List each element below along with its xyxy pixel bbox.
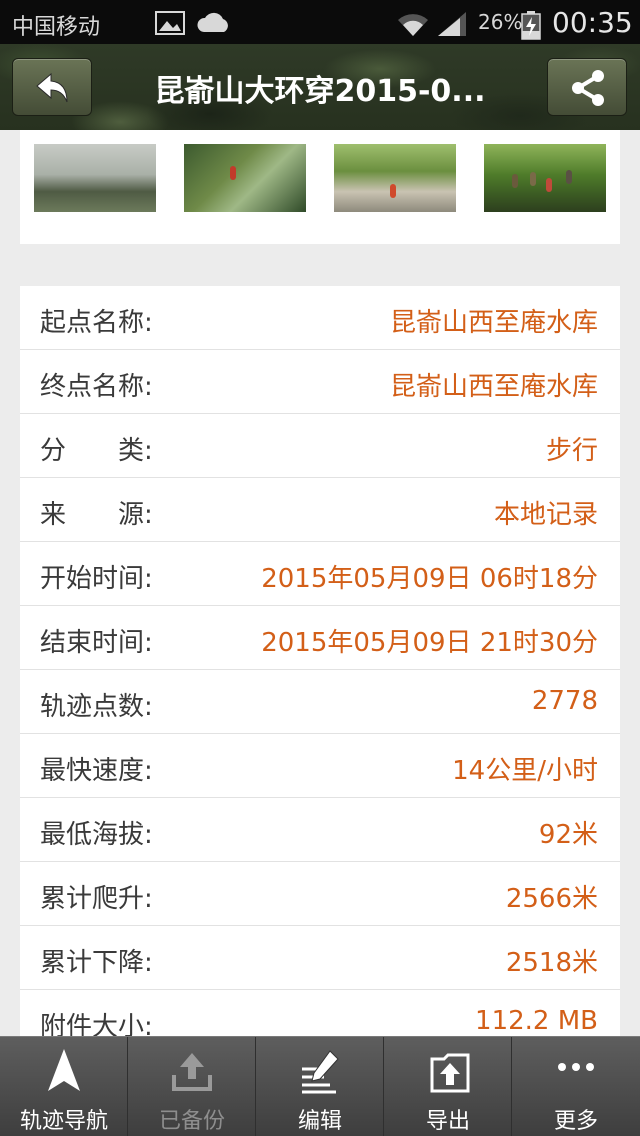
- detail-row-min-altitude: 最低海拔: 92米: [20, 798, 620, 862]
- photo-thumbnail[interactable]: [334, 144, 456, 212]
- export-icon: [430, 1053, 470, 1093]
- detail-label: 最快速度:: [40, 756, 153, 786]
- detail-label: 终点名称:: [40, 372, 153, 402]
- status-bar: 中国移动 26% 00:35: [0, 0, 640, 44]
- detail-row-max-speed: 最快速度: 14公里/小时: [20, 734, 620, 798]
- detail-value: 112.2 MB: [475, 1006, 598, 1036]
- image-notification-icon: [155, 11, 185, 35]
- detail-label: 最低海拔:: [40, 820, 153, 850]
- navigation-arrow-icon: [48, 1049, 80, 1091]
- detail-row-end: 终点名称: 昆嵛山西至庵水库: [20, 350, 620, 414]
- track-details: 起点名称: 昆嵛山西至庵水库 终点名称: 昆嵛山西至庵水库 分 类: 步行 来 …: [20, 286, 620, 1054]
- detail-label: 起点名称:: [40, 308, 153, 338]
- backed-up-button[interactable]: 已备份: [128, 1037, 256, 1136]
- detail-row-category: 分 类: 步行: [20, 414, 620, 478]
- detail-value: 2015年05月09日 21时30分: [261, 628, 598, 658]
- carrier-name: 中国移动: [12, 15, 101, 40]
- detail-label: 开始时间:: [40, 564, 153, 594]
- back-button[interactable]: [12, 58, 92, 116]
- detail-label: 结束时间:: [40, 628, 153, 658]
- signal-icon: [438, 12, 466, 36]
- detail-value: 步行: [545, 436, 598, 466]
- detail-row-start: 起点名称: 昆嵛山西至庵水库: [20, 286, 620, 350]
- detail-value: 2778: [531, 686, 598, 716]
- page-title: 昆嵛山大环穿2015-0...: [154, 74, 486, 109]
- detail-label: 累计下降:: [40, 948, 153, 978]
- detail-row-points: 轨迹点数: 2778: [20, 670, 620, 734]
- detail-label: 分 类:: [40, 436, 153, 466]
- detail-value: 14公里/小时: [452, 756, 598, 786]
- detail-label: 累计爬升:: [40, 884, 153, 914]
- header-bar: 昆嵛山大环穿2015-0...: [0, 44, 640, 130]
- detail-value: 92米: [538, 820, 598, 850]
- detail-value: 昆嵛山西至庵水库: [389, 308, 598, 338]
- battery-icon: [521, 11, 541, 40]
- wifi-icon: [398, 14, 428, 36]
- detail-value: 2015年05月09日 06时18分: [261, 564, 598, 594]
- more-button[interactable]: 更多: [512, 1037, 640, 1136]
- toolbar-label: 已备份: [158, 1109, 225, 1134]
- detail-row-ascent: 累计爬升: 2566米: [20, 862, 620, 926]
- more-icon: [558, 1063, 594, 1071]
- detail-value: 2518米: [505, 948, 598, 978]
- detail-row-end-time: 结束时间: 2015年05月09日 21时30分: [20, 606, 620, 670]
- share-icon: [572, 70, 604, 106]
- detail-row-start-time: 开始时间: 2015年05月09日 06时18分: [20, 542, 620, 606]
- toolbar-label: 轨迹导航: [19, 1109, 108, 1134]
- toolbar-label: 编辑: [297, 1109, 342, 1134]
- detail-value: 本地记录: [493, 500, 598, 530]
- photo-thumbnail[interactable]: [184, 144, 306, 212]
- upload-icon: [172, 1053, 212, 1091]
- edit-icon: [302, 1050, 339, 1094]
- detail-label: 轨迹点数:: [40, 692, 153, 722]
- detail-value: 昆嵛山西至庵水库: [389, 372, 598, 402]
- photo-thumbnail[interactable]: [34, 144, 156, 212]
- photo-strip: [20, 130, 620, 244]
- clock: 00:35: [552, 6, 633, 39]
- detail-label: 来 源:: [40, 500, 153, 530]
- edit-button[interactable]: 编辑: [256, 1037, 384, 1136]
- track-navigation-button[interactable]: 轨迹导航: [0, 1037, 128, 1136]
- bottom-toolbar: 轨迹导航 已备份 编辑 导出 更多: [0, 1036, 640, 1136]
- back-arrow-icon: [36, 72, 68, 103]
- battery-percent: 26%: [478, 10, 523, 34]
- detail-value: 2566米: [505, 884, 598, 914]
- cloud-icon: [197, 12, 228, 32]
- toolbar-label: 更多: [553, 1109, 598, 1134]
- detail-row-descent: 累计下降: 2518米: [20, 926, 620, 990]
- export-button[interactable]: 导出: [384, 1037, 512, 1136]
- toolbar-label: 导出: [425, 1109, 470, 1134]
- share-button[interactable]: [547, 58, 627, 116]
- detail-row-source: 来 源: 本地记录: [20, 478, 620, 542]
- photo-thumbnail[interactable]: [484, 144, 606, 212]
